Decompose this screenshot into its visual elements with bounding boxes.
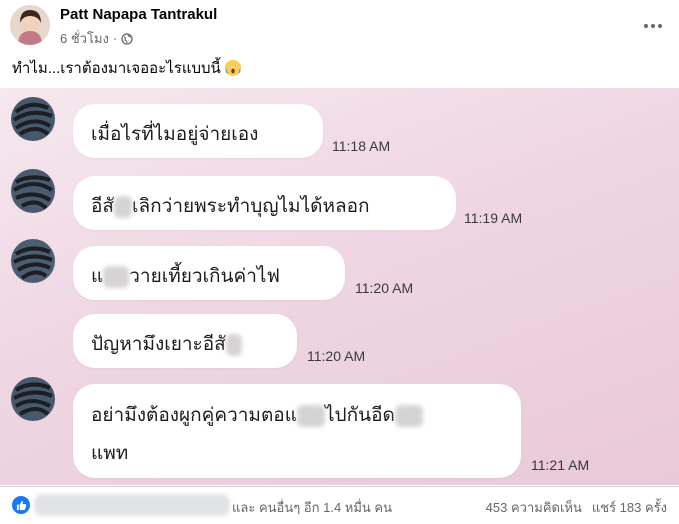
reactor-names-blurred (34, 494, 230, 516)
chat-avatar-scribbled (10, 238, 56, 284)
post-stats: 453 ความคิดเห็น แชร์ 183 ครั้ง (486, 497, 667, 518)
censor-blur (103, 265, 130, 288)
more-options-icon[interactable] (641, 14, 665, 38)
author-avatar[interactable] (10, 5, 50, 45)
chat-message-text: เลิกว่ายพระทำบุญไมได้หลอก (132, 195, 370, 217)
post-header: Patt Napapa Tantrakul 6 ชั่วโมง · (0, 0, 679, 52)
chat-bubble: อย่ามึงต้องผูกคู่ความตอแ ไปกันอีด แพท (73, 384, 521, 478)
reaction-count[interactable]: และ คนอื่นๆ อีก 1.4 หมื่น คน (232, 497, 392, 518)
censor-blur (296, 404, 325, 427)
post-photo[interactable]: เมื่อไรที่ไมอยู่จ่ายเอง 11:18 AM อีสั เลิ… (0, 88, 679, 485)
censor-blur (114, 195, 133, 218)
chat-avatar-scribbled (10, 376, 56, 422)
chat-message-text: อย่ามึงต้องผูกคู่ความตอแ (91, 404, 297, 426)
chat-message-text: แ (91, 265, 104, 287)
post-time[interactable]: 6 ชั่วโมง (60, 28, 109, 49)
like-reaction-icon[interactable] (12, 496, 30, 514)
post-footer: และ คนอื่นๆ อีก 1.4 หมื่น คน 453 ความคิด… (0, 486, 679, 524)
chat-message-text: แพท (91, 442, 129, 464)
author-name[interactable]: Patt Napapa Tantrakul (60, 6, 217, 23)
chat-timestamp: 11:20 AM (355, 280, 414, 296)
post-caption: ทำไม...เราต้องมาเจออะไรแบบนี้ (12, 56, 241, 80)
globe-icon (121, 32, 133, 45)
chat-message-text: ไปกันอีด (324, 404, 395, 426)
screaming-face-emoji (224, 60, 241, 76)
caption-text: ทำไม...เราต้องมาเจออะไรแบบนี้ (12, 60, 221, 77)
chat-message-text: วายเที้ยวเกินค่าไฟ (129, 265, 280, 287)
share-count[interactable]: แชร์ 183 ครั้ง (592, 497, 667, 518)
censor-blur (225, 333, 242, 356)
chat-timestamp: 11:20 AM (307, 348, 366, 364)
post-meta: 6 ชั่วโมง · (60, 28, 133, 49)
chat-message-text: เมื่อไรที่ไมอยู่จ่ายเอง (91, 123, 259, 145)
chat-timestamp: 11:18 AM (332, 138, 391, 154)
comment-count[interactable]: 453 ความคิดเห็น (486, 497, 582, 518)
chat-bubble: เมื่อไรที่ไมอยู่จ่ายเอง (73, 104, 323, 158)
chat-bubble: ปัญหามึงเยาะอีสั (73, 314, 297, 368)
censor-blur (394, 404, 423, 427)
chat-bubble: อีสั เลิกว่ายพระทำบุญไมได้หลอก (73, 176, 456, 230)
chat-timestamp: 11:19 AM (464, 210, 523, 226)
chat-avatar-scribbled (10, 96, 56, 142)
chat-avatar-scribbled (10, 168, 56, 214)
chat-timestamp: 11:21 AM (531, 457, 590, 473)
chat-bubble: แ วายเที้ยวเกินค่าไฟ (73, 246, 345, 300)
chat-message-text: ปัญหามึงเยาะอีสั (91, 333, 226, 355)
chat-message-text: อีสั (91, 195, 115, 217)
